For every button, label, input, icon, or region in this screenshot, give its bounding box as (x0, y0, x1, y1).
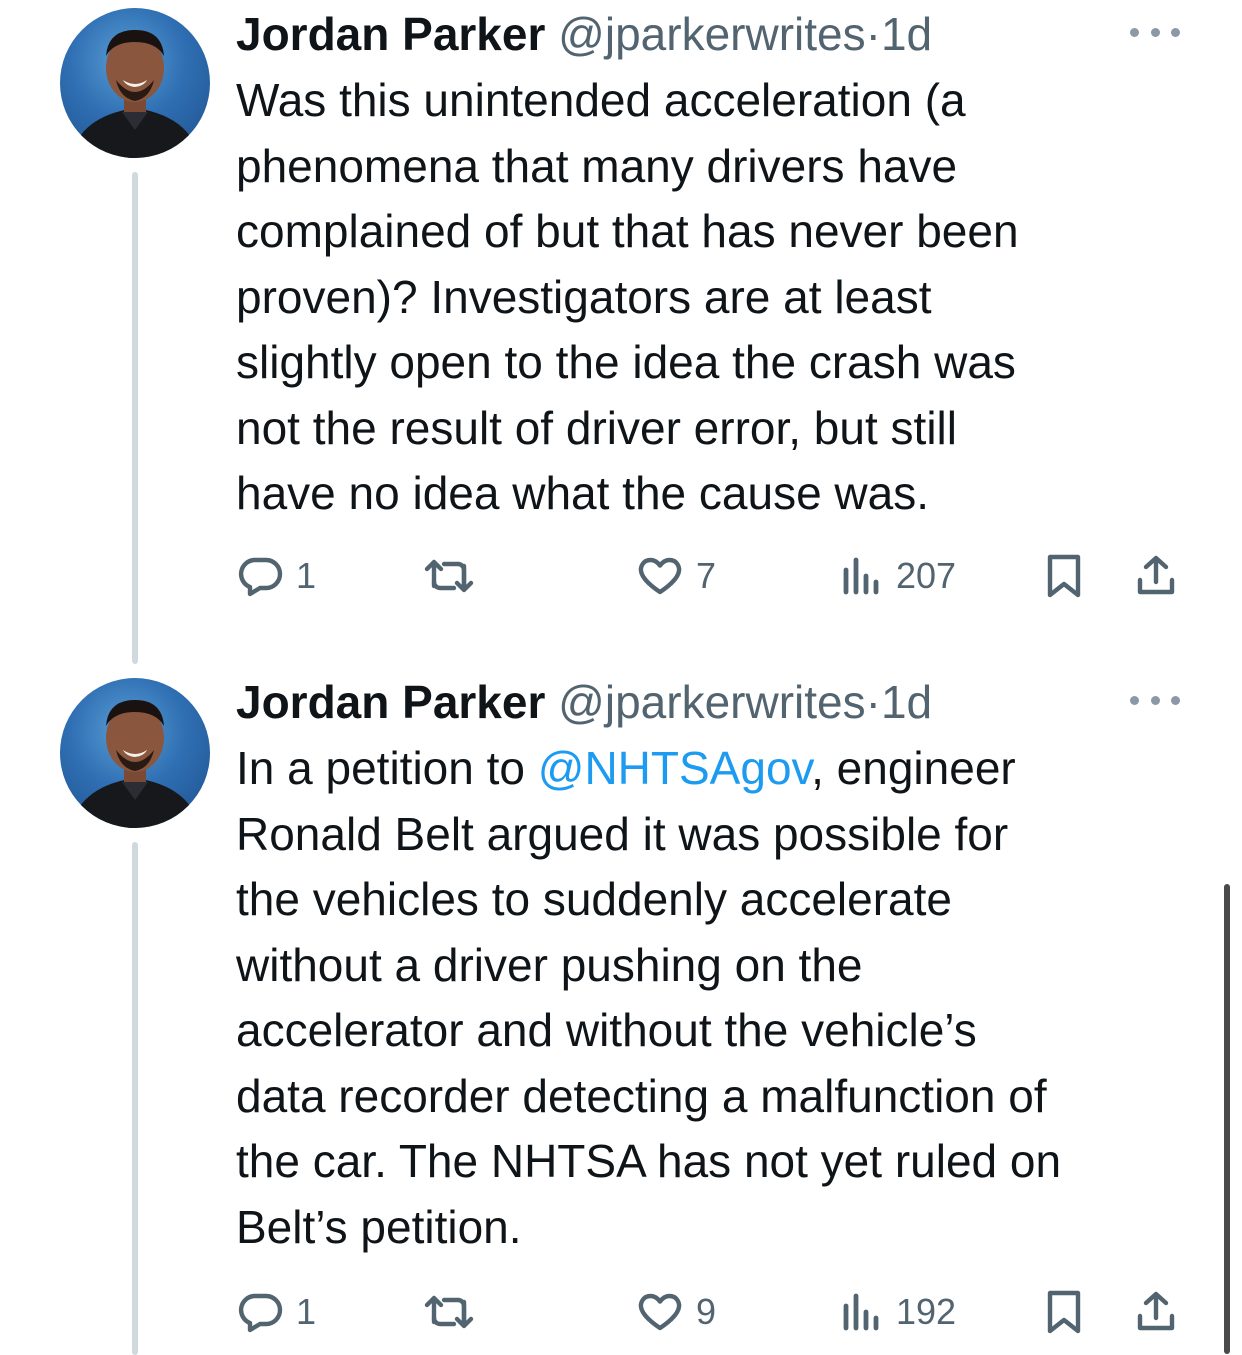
retweet-button[interactable] (422, 548, 474, 604)
timestamp[interactable]: 1d (881, 8, 932, 60)
thread-line (132, 842, 138, 1355)
more-options-icon[interactable] (1130, 22, 1180, 42)
share-icon (1132, 552, 1180, 600)
text-line: the vehicles to suddenly accelerate (236, 873, 952, 925)
text-line: In a petition to @NHTSAgov, engineer (236, 736, 1196, 802)
bookmark-icon (1042, 552, 1086, 600)
author-handle[interactable]: @jparkerwrites (558, 676, 865, 728)
tweet[interactable]: Jordan Parker @jparkerwrites·1d Was this… (0, 0, 1242, 668)
bookmark-icon (1042, 1288, 1086, 1336)
author-name[interactable]: Jordan Parker (236, 676, 545, 728)
views-icon (840, 1288, 884, 1336)
heart-icon (636, 552, 684, 600)
tweet-text: Was this unintended acceleration (a phen… (236, 68, 1196, 527)
tweet-header: Jordan Parker @jparkerwrites·1d (236, 674, 932, 730)
separator: · (865, 676, 881, 728)
text-line: Ronald Belt argued it was possible for (236, 807, 1009, 860)
share-button[interactable] (1132, 548, 1180, 604)
share-icon (1132, 1288, 1180, 1336)
timestamp[interactable]: 1d (881, 676, 932, 728)
heart-icon (636, 1288, 684, 1336)
views-count: 192 (896, 1291, 957, 1332)
reply-count: 1 (296, 1291, 317, 1332)
views-button[interactable]: 207 (840, 548, 956, 604)
scrollbar[interactable] (1224, 884, 1230, 1354)
reply-icon (236, 1288, 284, 1336)
text-line: proven)? Investigators are at least (236, 270, 932, 323)
text-line: complained of but that has never been (236, 205, 1019, 257)
reply-icon (236, 552, 284, 600)
action-bar: 1 9 192 (236, 1284, 1186, 1340)
retweet-icon (422, 552, 474, 600)
text-line: not the result of driver error, but stil… (236, 401, 957, 454)
mention-link[interactable]: @NHTSAgov (538, 742, 811, 794)
reply-button[interactable]: 1 (236, 1284, 316, 1340)
text-fragment: In a petition to (236, 742, 538, 794)
text-line: data recorder detecting a malfunction of (236, 1069, 1047, 1122)
bookmark-button[interactable] (1042, 1284, 1086, 1340)
avatar[interactable] (60, 8, 210, 158)
retweet-icon (422, 1288, 474, 1336)
text-fragment: , engineer (811, 742, 1016, 794)
separator: · (865, 8, 881, 60)
tweet[interactable]: Jordan Parker @jparkerwrites·1d In a pet… (0, 668, 1242, 1355)
like-button[interactable]: 9 (636, 1284, 716, 1340)
share-button[interactable] (1132, 1284, 1180, 1340)
action-bar: 1 7 207 (236, 548, 1186, 604)
like-count: 9 (696, 1291, 717, 1332)
tweet-text: In a petition to @NHTSAgov, engineer Ron… (236, 736, 1196, 1260)
views-icon (840, 552, 884, 600)
text-line: without a driver pushing on the (236, 938, 863, 991)
author-handle[interactable]: @jparkerwrites (558, 8, 865, 60)
bookmark-button[interactable] (1042, 548, 1086, 604)
text-line: accelerator and without the vehicle’s (236, 1004, 977, 1056)
thread-line (132, 172, 138, 664)
text-line: the car. The NHTSA has not yet ruled on (236, 1135, 1062, 1187)
tweet-header: Jordan Parker @jparkerwrites·1d (236, 6, 932, 62)
text-line: slightly open to the idea the crash was (236, 336, 1016, 388)
more-options-icon[interactable] (1130, 690, 1180, 710)
reply-count: 1 (296, 555, 317, 596)
reply-button[interactable]: 1 (236, 548, 316, 604)
views-count: 207 (896, 555, 957, 596)
text-line: phenomena that many drivers have (236, 139, 958, 192)
views-button[interactable]: 192 (840, 1284, 956, 1340)
text-line: Belt’s petition. (236, 1200, 522, 1253)
like-count: 7 (696, 555, 717, 596)
text-line: have no idea what the cause was. (236, 467, 930, 519)
author-name[interactable]: Jordan Parker (236, 8, 545, 60)
avatar[interactable] (60, 678, 210, 828)
like-button[interactable]: 7 (636, 548, 716, 604)
text-line: Was this unintended acceleration (a (236, 74, 966, 126)
retweet-button[interactable] (422, 1284, 474, 1340)
